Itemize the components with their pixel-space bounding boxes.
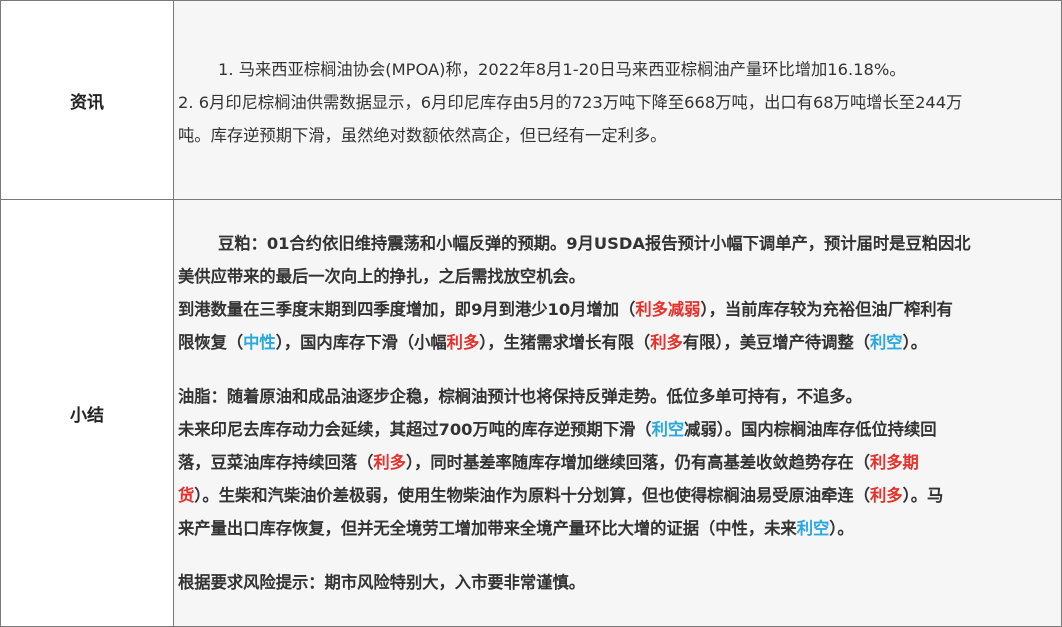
oil-line-4: 货）。生柴和汽柴油价差极弱，使用生物柴油作为原料十分划算，但也使得棕榈油易受原油… (178, 479, 1055, 512)
oil-line-3: 落，豆菜油库存持续回落（利多），同时基差率随库存增加继续回落，仍有高基差收敛趋势… (178, 446, 1055, 479)
oil-line-5: 来产量出口库存恢复，但并无全境劳工增加带来全境产量环比大增的证据（中性，未来利空… (178, 512, 1055, 545)
report-table: 资讯 1. 马来西亚棕榈油协会(MPOA)称，2022年8月1-20日马来西亚棕… (0, 0, 1062, 627)
text: ）。生柴和汽柴油价差极弱，使用生物柴油作为原料十分划算，但也使得棕榈油易受原油牵… (194, 486, 870, 505)
text: 来产量出口库存恢复，但并无全境劳工增加带来全境产量环比大增的证据（中性，未来 (178, 519, 797, 538)
summary-label: 小结 (0, 199, 174, 627)
info-line-1: 1. 马来西亚棕榈油协会(MPOA)称，2022年8月1-20日马来西亚棕榈油产… (218, 59, 906, 79)
bullish-futures-tag: 利多期 (869, 453, 919, 472)
risk-warning: 根据要求风险提示：期市风险特别大，入市要非常谨慎。 (178, 573, 586, 592)
text: ），生猪需求增长有限（ (479, 333, 651, 352)
text: ），国内库存下滑（小幅 (275, 333, 447, 352)
bearish-tag: 利空 (870, 333, 903, 352)
info-line-2: 2. 6月印尼棕榈油供需数据显示，6月印尼库存由5月的723万吨下降至668万吨… (178, 92, 963, 112)
text: 到港数量在三季度末期到四季度增加，即9月到港少10月增加（ (178, 300, 636, 319)
bullish-futures-tag: 货 (178, 486, 195, 505)
text: 未来印尼去库存动力会延续，其超过700万吨的库存逆预期下滑（ (178, 420, 652, 439)
info-content: 1. 马来西亚棕榈油协会(MPOA)称，2022年8月1-20日马来西亚棕榈油产… (173, 0, 1062, 200)
soy-line-4: 限恢复（中性），国内库存下滑（小幅利多），生猪需求增长有限（利多有限），美豆增产… (178, 326, 1055, 359)
bullish-tag: 利多 (650, 333, 683, 352)
bullish-tag: 利多 (635, 300, 668, 319)
summary-row: 小结 豆粕：01合约依旧维持震荡和小幅反弹的预期。9月USDA报告预计小幅下调单… (0, 199, 1062, 627)
info-row: 资讯 1. 马来西亚棕榈油协会(MPOA)称，2022年8月1-20日马来西亚棕… (0, 0, 1062, 200)
soy-line-3: 到港数量在三季度末期到四季度增加，即9月到港少10月增加（利多减弱），当前库存较… (178, 293, 1055, 326)
bullish-tag: 利多 (373, 453, 406, 472)
weakening-tag: 减弱 (667, 300, 701, 319)
neutral-tag: 中性 (243, 333, 276, 352)
soy-line-2: 美供应带来的最后一次向上的挣扎，之后需找放空机会。 (178, 267, 586, 286)
oil-line-1: 油脂：随着原油和成品油逐步企稳，棕榈油预计也将保持反弹走势。低位多单可持有，不追… (178, 387, 862, 406)
bullish-tag: 利多 (446, 333, 480, 352)
text: ），同时基差率随库存增加继续回落，仍有高基差收敛趋势存在（ (405, 453, 870, 472)
bullish-tag: 利多 (869, 486, 903, 505)
info-line-3: 吨。库存逆预期下滑，虽然绝对数额依然高企，但已经有一定利多。 (178, 125, 667, 145)
oil-line-2: 未来印尼去库存动力会延续，其超过700万吨的库存逆预期下滑（利空减弱）。国内棕榈… (178, 413, 1055, 446)
text: 减弱）。国内棕榈油库存低位持续回 (684, 420, 937, 439)
summary-content: 豆粕：01合约依旧维持震荡和小幅反弹的预期。9月USDA报告预计小幅下调单产，预… (173, 199, 1062, 627)
soy-line-1: 豆粕：01合约依旧维持震荡和小幅反弹的预期。9月USDA报告预计小幅下调单产，预… (218, 234, 971, 253)
info-label: 资讯 (0, 0, 174, 200)
text: ），当前库存较为充裕但油厂榨利有 (700, 300, 953, 319)
bearish-tag: 利空 (651, 420, 685, 439)
text: ）。 (829, 519, 854, 538)
text: ）。 (902, 333, 928, 352)
text: 限恢复（ (178, 333, 244, 352)
text: 有限），美豆增产待调整（ (682, 333, 871, 352)
text: 落，豆菜油库存持续回落（ (178, 453, 374, 472)
bearish-tag: 利空 (796, 519, 830, 538)
text: ）。马 (902, 486, 944, 505)
